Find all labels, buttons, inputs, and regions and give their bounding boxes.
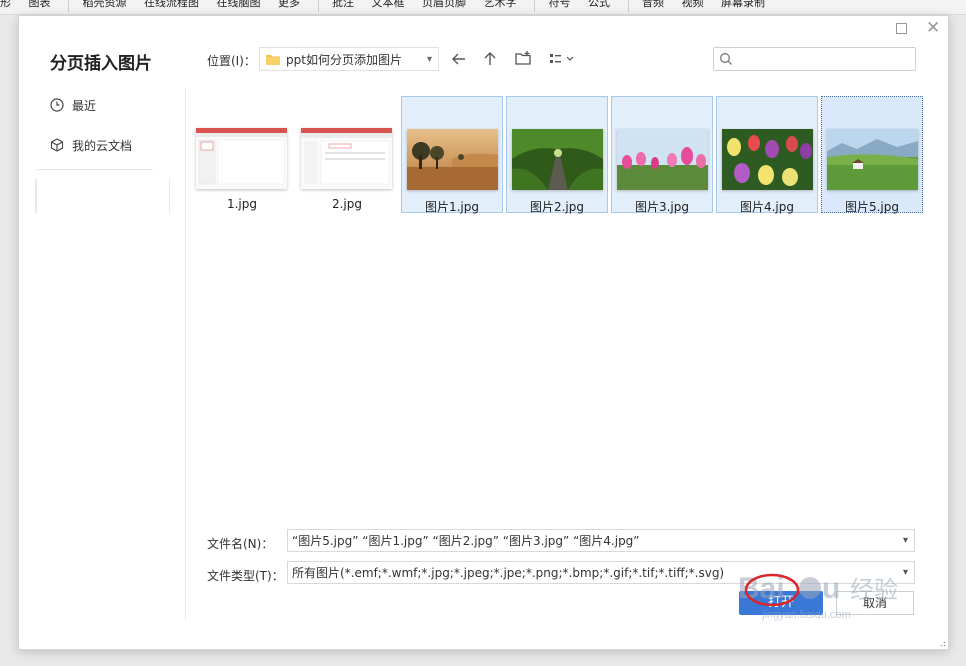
file-thumbnail (827, 129, 918, 190)
file-item-picture2-jpg[interactable]: 图片2.jpg (506, 96, 608, 214)
toolbar-item[interactable]: 页眉页脚 (422, 0, 466, 8)
location-folder-name: ppt如何分页添加图片 (286, 52, 402, 67)
new-folder-icon[interactable] (513, 49, 533, 69)
close-button[interactable]: ✕ (926, 18, 941, 38)
file-name: 2.jpg (331, 197, 363, 211)
toolbar-item[interactable]: 在线流程图 (144, 0, 199, 8)
resize-grip-icon[interactable] (938, 639, 946, 647)
clock-icon (50, 98, 64, 112)
file-thumbnail (407, 129, 498, 190)
close-icon: ✕ (926, 18, 941, 38)
toolbar-item[interactable]: 批注 (332, 0, 354, 8)
toolbar-divider (534, 0, 535, 12)
search-field[interactable] (713, 47, 916, 71)
toolbar-item[interactable]: 符号 (549, 0, 571, 8)
file-name: 图片3.jpg (634, 200, 690, 214)
sidebar-separator (185, 87, 186, 621)
search-input[interactable] (738, 50, 912, 68)
file-thumbnail (512, 129, 603, 190)
insert-picture-dialog: ✕ 分页插入图片 最近 我的云文档 位置(I)： ppt如何分页添加图片 ▾ 1… (18, 15, 949, 650)
toolbar-item[interactable]: 稻壳资源 (83, 0, 127, 8)
toolbar-item[interactable]: 屏幕录制 (721, 0, 765, 8)
chevron-down-icon[interactable]: ▾ (903, 567, 908, 578)
filename-label: 文件名(N)： (207, 537, 274, 551)
toolbar-divider (317, 0, 319, 12)
toolbar-item[interactable]: 更多 (278, 0, 300, 8)
toolbar-divider (627, 0, 629, 12)
toolbar-item[interactable]: 音频 (642, 0, 664, 8)
toolbar-item[interactable]: 视频 (682, 0, 704, 8)
toolbar-divider (68, 0, 69, 12)
toolbar-item[interactable]: 公式 (588, 0, 610, 8)
search-icon (720, 53, 732, 65)
toolbar-item[interactable]: 文本框 (372, 0, 405, 8)
folder-icon (266, 55, 280, 65)
view-mode-icon[interactable] (547, 49, 579, 69)
sidebar-empty-slot (35, 179, 170, 213)
toolbar-item[interactable]: 图表 (29, 0, 51, 8)
maximize-button[interactable] (894, 21, 908, 35)
location-dropdown[interactable]: ppt如何分页添加图片 ▾ (259, 47, 439, 71)
file-item-picture5-jpg[interactable]: 图片5.jpg (821, 96, 923, 214)
chevron-down-icon[interactable]: ▾ (903, 535, 908, 546)
open-button[interactable]: 打开 (739, 591, 823, 615)
file-item-2-jpg[interactable]: 2.jpg (296, 96, 398, 213)
app-toolbar: 形 图表 稻壳资源 在线流程图 在线脑图 更多 批注 文本框 页眉页脚 艺术字 … (0, 0, 966, 15)
toolbar-item[interactable]: 艺术字 (484, 0, 517, 8)
toolbar-item[interactable]: 在线脑图 (217, 0, 261, 8)
filename-value: “图片5.jpg” “图片1.jpg” “图片2.jpg” “图片3.jpg” … (292, 534, 640, 548)
file-name: 图片5.jpg (844, 200, 900, 214)
up-arrow-icon[interactable] (480, 49, 500, 69)
sidebar-divider (37, 169, 153, 170)
file-thumbnail (617, 129, 708, 190)
chevron-down-icon: ▾ (426, 53, 432, 65)
filetype-label: 文件类型(T)： (207, 569, 284, 583)
dialog-title: 分页插入图片 (50, 54, 152, 74)
filetype-select[interactable]: 所有图片(*.emf;*.wmf;*.jpg;*.jpeg;*.jpe;*.pn… (287, 561, 915, 584)
file-name: 图片2.jpg (529, 200, 585, 214)
file-thumbnail (301, 128, 392, 189)
file-item-picture4-jpg[interactable]: 图片4.jpg (716, 96, 818, 214)
filetype-value: 所有图片(*.emf;*.wmf;*.jpg;*.jpeg;*.jpe;*.pn… (292, 566, 725, 580)
file-item-1-jpg[interactable]: 1.jpg (191, 96, 293, 213)
sidebar-item-label: 最近 (72, 98, 97, 113)
file-thumbnail (196, 128, 287, 189)
file-name: 图片4.jpg (739, 200, 795, 214)
file-name: 1.jpg (226, 197, 258, 211)
cancel-button[interactable]: 取消 (836, 591, 914, 615)
location-label: 位置(I)： (207, 54, 256, 68)
sidebar-item-cloud-docs[interactable]: 我的云文档 (50, 133, 132, 157)
file-item-picture1-jpg[interactable]: 图片1.jpg (401, 96, 503, 214)
file-name: 图片1.jpg (424, 200, 480, 214)
back-arrow-icon[interactable] (449, 49, 469, 69)
cloud-doc-icon (50, 138, 64, 152)
file-thumbnail (722, 129, 813, 190)
toolbar-item[interactable]: 形 (0, 0, 11, 8)
filename-input[interactable]: “图片5.jpg” “图片1.jpg” “图片2.jpg” “图片3.jpg” … (287, 529, 915, 552)
sidebar-item-label: 我的云文档 (72, 138, 133, 153)
sidebar-item-recent[interactable]: 最近 (50, 93, 96, 117)
file-item-picture3-jpg[interactable]: 图片3.jpg (611, 96, 713, 214)
